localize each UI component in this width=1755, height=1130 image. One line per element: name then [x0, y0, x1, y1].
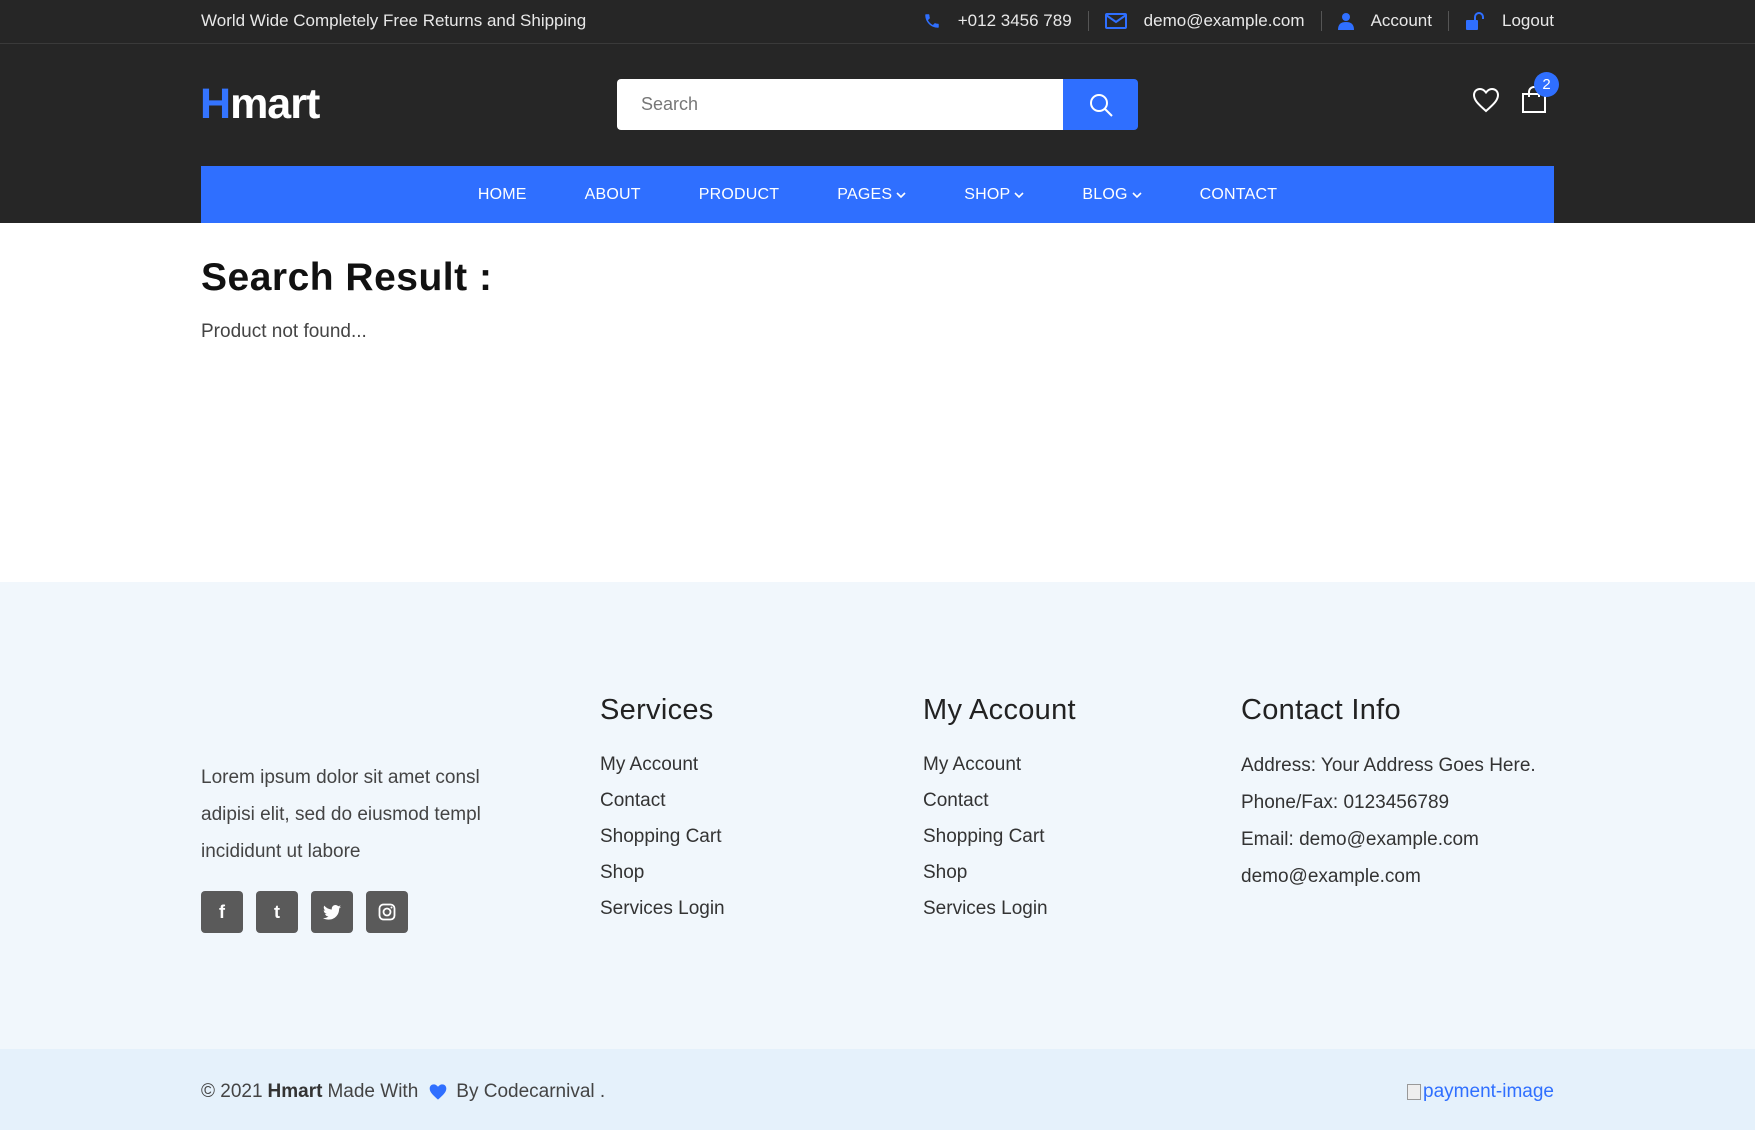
author-credit[interactable]: By Codecarnival . — [456, 1049, 605, 1130]
promo-text: World Wide Completely Free Returns and S… — [201, 11, 587, 30]
chevron-down-icon — [896, 191, 906, 198]
nav-label: ABOUT — [584, 185, 641, 203]
instagram-icon — [378, 903, 396, 921]
footer-link[interactable]: My Account — [600, 747, 725, 783]
tumblr-button[interactable]: t — [256, 891, 298, 933]
tumblr-icon: t — [274, 901, 280, 922]
not-found-message: Product not found... — [201, 321, 367, 342]
footer-account-column: My Account My Account Contact Shopping C… — [923, 694, 1076, 927]
contact-address: Address: Your Address Goes Here. — [1241, 755, 1536, 776]
top-links: +012 3456 789 demo@example.com Account L… — [907, 0, 1554, 42]
nav-label: BLOG — [1082, 185, 1128, 203]
payment-image: payment-image — [1407, 1049, 1554, 1130]
services-heading: Services — [600, 694, 714, 726]
logout-label: Logout — [1502, 11, 1554, 30]
nav-item-blog[interactable]: BLOG — [1082, 185, 1142, 204]
chevron-down-icon — [1132, 191, 1142, 198]
logout-link[interactable]: Logout — [1448, 11, 1554, 31]
contact-phone: Phone/Fax: 0123456789 — [1241, 792, 1450, 813]
footer-link[interactable]: Shopping Cart — [600, 819, 725, 855]
facebook-button[interactable]: f — [201, 891, 243, 933]
search-input[interactable] — [617, 79, 1063, 130]
nav-item-contact[interactable]: CONTACT — [1200, 186, 1278, 204]
search-button[interactable] — [1063, 79, 1138, 130]
my-account-heading: My Account — [923, 694, 1076, 726]
twitter-icon — [323, 904, 341, 920]
facebook-icon: f — [219, 901, 225, 922]
email-link[interactable]: demo@example.com — [1087, 11, 1321, 31]
footer-contact-column: Contact Info Address: Your Address Goes … — [1241, 694, 1536, 895]
footer-link[interactable]: Services Login — [923, 891, 1076, 927]
top-bar: World Wide Completely Free Returns and S… — [0, 0, 1755, 44]
footer-link[interactable]: Contact — [600, 783, 725, 819]
footer-link[interactable]: Shop — [600, 855, 725, 891]
copyright-year: © 2021 — [201, 1081, 263, 1102]
unlock-icon — [1466, 12, 1484, 30]
copyright-text: © 2021 Hmart Made With By Codecarnival . — [201, 1049, 605, 1130]
footer-link[interactable]: Shopping Cart — [923, 819, 1076, 855]
mail-icon — [1104, 13, 1127, 29]
heart-icon — [429, 1084, 447, 1100]
contact-email-secondary: demo@example.com — [1241, 866, 1421, 887]
user-icon — [1337, 13, 1354, 30]
chevron-down-icon — [1014, 191, 1024, 198]
contact-email: Email: demo@example.com — [1241, 829, 1479, 850]
nav-item-home[interactable]: HOME — [478, 186, 527, 204]
copyright-brand[interactable]: Hmart — [268, 1049, 323, 1130]
cart-count-badge: 2 — [1534, 72, 1559, 97]
footer-link[interactable]: Services Login — [600, 891, 725, 927]
logo-text: mart — [230, 80, 320, 128]
wishlist-button[interactable] — [1472, 87, 1500, 118]
header: Hmart 2 HOME ABOUT PRODUCT PAGES SHOP BL… — [0, 44, 1755, 223]
contact-info-heading: Contact Info — [1241, 694, 1401, 726]
footer-link[interactable]: Contact — [923, 783, 1076, 819]
phone-number: +012 3456 789 — [957, 11, 1072, 30]
nav-label: CONTACT — [1199, 185, 1278, 203]
email-address: demo@example.com — [1143, 11, 1305, 30]
account-link[interactable]: Account — [1320, 11, 1448, 31]
copyright-bar: © 2021 Hmart Made With By Codecarnival .… — [0, 1049, 1755, 1130]
account-label: Account — [1370, 11, 1432, 30]
header-icons: 2 — [1472, 72, 1559, 119]
logo[interactable]: Hmart — [200, 80, 320, 129]
main-nav: HOME ABOUT PRODUCT PAGES SHOP BLOG CONTA… — [201, 166, 1554, 223]
footer-about-text: Lorem ipsum dolor sit amet consl adipisi… — [201, 767, 481, 862]
cart-button[interactable]: 2 — [1520, 72, 1559, 119]
social-links: f t — [201, 891, 421, 933]
nav-label: PAGES — [837, 185, 893, 203]
logo-initial: H — [200, 80, 231, 128]
footer-link[interactable]: My Account — [923, 747, 1076, 783]
search-form — [617, 79, 1138, 130]
search-icon — [1089, 93, 1113, 117]
phone-link[interactable]: +012 3456 789 — [907, 11, 1088, 31]
nav-label: PRODUCT — [698, 185, 780, 203]
phone-icon — [925, 14, 939, 28]
nav-item-pages[interactable]: PAGES — [837, 186, 906, 204]
twitter-button[interactable] — [311, 891, 353, 933]
made-with-text: Made With — [327, 1081, 419, 1102]
footer: Lorem ipsum dolor sit amet consl adipisi… — [0, 582, 1755, 1049]
nav-item-about[interactable]: ABOUT — [585, 186, 641, 204]
page-title: Search Result : — [201, 256, 493, 299]
footer-link[interactable]: Shop — [923, 855, 1076, 891]
broken-image-icon — [1407, 1084, 1422, 1100]
instagram-button[interactable] — [366, 891, 408, 933]
heart-icon — [1472, 87, 1500, 113]
nav-item-shop[interactable]: SHOP — [964, 186, 1024, 204]
footer-services-column: Services My Account Contact Shopping Car… — [600, 694, 725, 927]
nav-label: SHOP — [964, 185, 1011, 203]
nav-item-product[interactable]: PRODUCT — [699, 186, 780, 204]
payment-image-alt: payment-image — [1423, 1081, 1554, 1102]
nav-label: HOME — [477, 185, 527, 203]
